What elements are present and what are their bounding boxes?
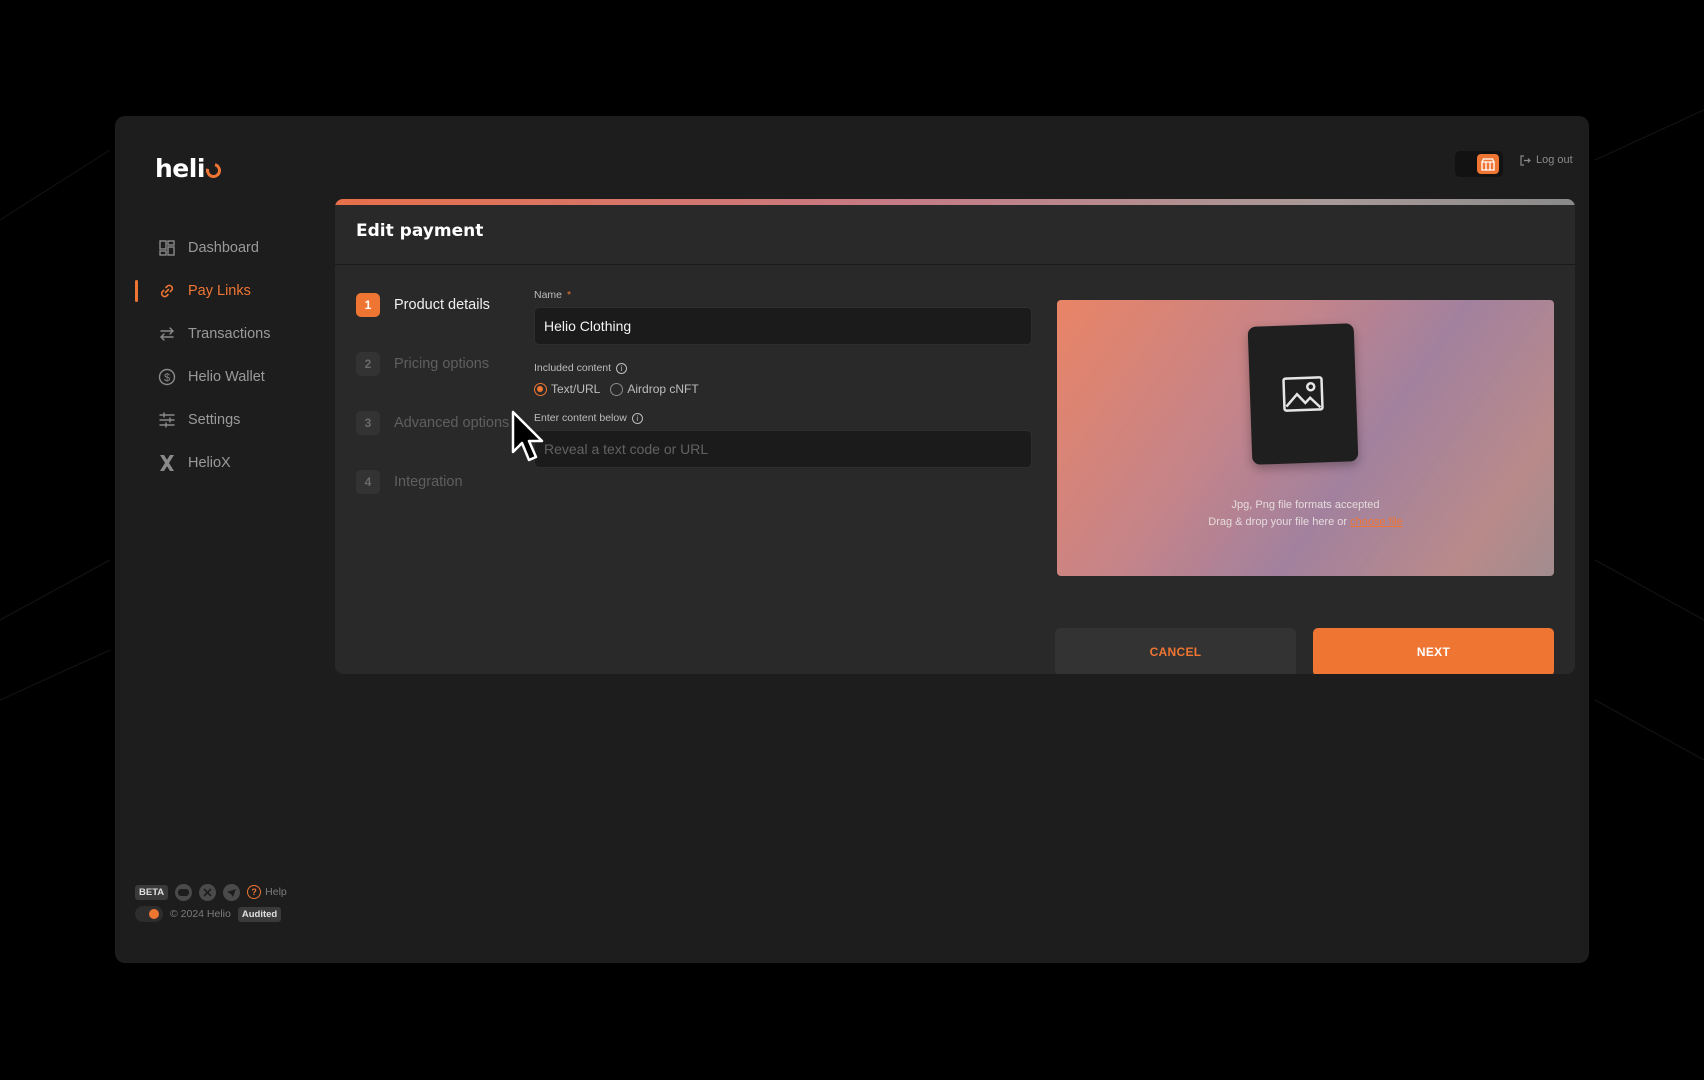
stepper: 1 Product details 2 Pricing options 3 Ad…: [356, 293, 509, 529]
app-window: heli Dashboard Pay Links Transactions $ …: [115, 116, 1589, 963]
sidebar-item-dashboard[interactable]: Dashboard: [115, 226, 315, 269]
step-pricing-options[interactable]: 2 Pricing options: [356, 352, 509, 376]
sidebar-item-label: Helio Wallet: [188, 368, 265, 385]
step-label: Advanced options: [394, 415, 510, 431]
radio-airdrop-cnft[interactable]: Airdrop cNFT: [610, 382, 699, 396]
step-advanced-options[interactable]: 3 Advanced options: [356, 411, 509, 435]
step-label: Product details: [394, 297, 490, 313]
dashboard-icon: [157, 238, 177, 258]
included-content-label: Included content i: [534, 362, 1032, 374]
step-product-details[interactable]: 1 Product details: [356, 293, 509, 317]
radio-text-url[interactable]: Text/URL: [534, 382, 600, 396]
store-icon: [1477, 154, 1499, 174]
card-gradient-bar: [335, 199, 1575, 205]
sidebar-item-pay-links[interactable]: Pay Links: [115, 269, 315, 312]
formats-text: Jpg, Png file formats accepted: [1231, 499, 1380, 511]
name-label-text: Name: [534, 289, 563, 301]
cancel-button[interactable]: CANCEL: [1055, 628, 1296, 674]
radio-label: Airdrop cNFT: [627, 382, 699, 396]
content-input[interactable]: [534, 430, 1032, 468]
copyright-text: © 2024 Helio: [170, 908, 231, 920]
content-label: Enter content below i: [534, 412, 1032, 424]
divider: [335, 264, 1575, 265]
image-placeholder: [1247, 323, 1359, 465]
image-dropzone[interactable]: Jpg, Png file formats accepted Drag & dr…: [1057, 300, 1554, 576]
sidebar-item-label: Settings: [188, 411, 241, 428]
help-label: Help: [265, 886, 287, 898]
beta-badge: BETA: [135, 884, 169, 900]
transfer-icon: [157, 324, 177, 344]
required-marker: *: [567, 289, 572, 301]
sidebar-nav: Dashboard Pay Links Transactions $ Helio…: [115, 226, 315, 484]
logout-label: Log out: [1536, 154, 1573, 166]
choose-file-link[interactable]: choose file: [1350, 516, 1403, 528]
logout-icon: [1520, 154, 1531, 166]
svg-text:$: $: [164, 372, 170, 384]
step-number: 2: [356, 352, 380, 376]
x-twitter-icon[interactable]: [199, 883, 217, 901]
content-type-radios: Text/URL Airdrop cNFT: [534, 382, 1032, 396]
help-link[interactable]: ? Help: [247, 885, 287, 899]
x-logo-icon: [157, 453, 177, 473]
dropzone-text: Jpg, Png file formats accepted Drag & dr…: [1057, 497, 1554, 531]
sidebar-item-label: Transactions: [188, 325, 271, 342]
page-title: Edit payment: [356, 221, 484, 241]
helio-logo[interactable]: heli: [155, 154, 224, 183]
store-button[interactable]: [1455, 151, 1503, 177]
sliders-icon: [157, 410, 177, 430]
sidebar-item-label: Pay Links: [188, 282, 251, 299]
mouse-cursor-icon: [511, 410, 544, 462]
radio-dot: [610, 382, 624, 396]
next-button[interactable]: NEXT: [1313, 628, 1554, 674]
step-number: 4: [356, 470, 380, 494]
sidebar-item-heliox[interactable]: HelioX: [115, 441, 315, 484]
name-label: Name *: [534, 289, 1032, 301]
step-label: Integration: [394, 474, 463, 490]
drag-text: Drag & drop your file here or: [1208, 516, 1348, 528]
audited-badge[interactable]: Audited: [237, 906, 282, 922]
image-icon: [1282, 376, 1324, 412]
radio-dot: [534, 382, 547, 396]
sidebar-item-transactions[interactable]: Transactions: [115, 312, 315, 355]
theme-toggle[interactable]: [135, 906, 163, 922]
content-label-text: Enter content below: [534, 412, 627, 424]
step-label: Pricing options: [394, 356, 490, 372]
name-input[interactable]: [534, 307, 1032, 345]
step-number: 3: [356, 411, 380, 435]
sidebar-footer: BETA ? Help © 2024 Helio Audited: [135, 881, 287, 925]
sidebar-item-settings[interactable]: Settings: [115, 398, 315, 441]
discord-icon[interactable]: [175, 883, 193, 901]
dollar-circle-icon: $: [157, 367, 177, 387]
question-icon: ?: [247, 885, 262, 899]
sidebar-item-label: Dashboard: [188, 239, 259, 256]
info-icon[interactable]: i: [616, 362, 628, 374]
step-integration[interactable]: 4 Integration: [356, 470, 509, 494]
included-content-text: Included content: [534, 362, 612, 374]
info-icon[interactable]: i: [631, 412, 643, 424]
logout-button[interactable]: Log out: [1520, 154, 1573, 166]
step-number: 1: [356, 293, 380, 317]
sidebar-item-helio-wallet[interactable]: $ Helio Wallet: [115, 355, 315, 398]
product-form: Name * Included content i Text/URL Airdr…: [534, 289, 1032, 468]
sidebar-item-label: HelioX: [188, 454, 231, 471]
telegram-icon[interactable]: [223, 883, 241, 901]
link-icon: [157, 281, 177, 301]
radio-label: Text/URL: [551, 382, 601, 396]
